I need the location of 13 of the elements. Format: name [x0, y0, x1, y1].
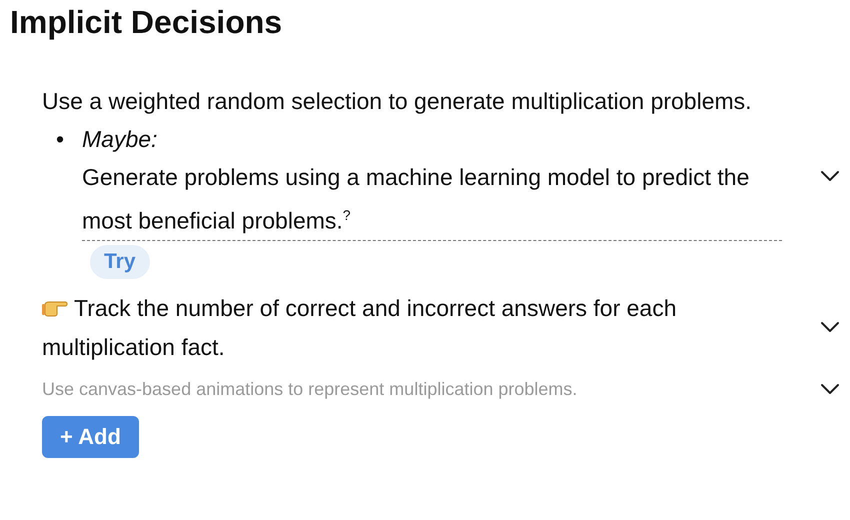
decision-text: Use canvas-based animations to represent multiplication problems. — [42, 378, 578, 401]
add-button[interactable]: + Add — [42, 416, 139, 458]
decision-text: Use a weighted random selection to generate multiplication problems. — [42, 87, 752, 116]
try-button[interactable]: Try — [90, 244, 150, 279]
chevron-down-icon[interactable] — [820, 170, 840, 182]
section-title: Implicit Decisions — [10, 3, 284, 42]
decision-text: Track the number of correct and incorrect answers for each multiplication fact. — [42, 294, 678, 362]
chevron-down-icon[interactable] — [820, 382, 840, 395]
alternative-label: Maybe: — [82, 125, 158, 154]
pointing-hand-icon — [42, 298, 68, 317]
alternative-text: Generate problems using a machine learning model to predict the most beneficial problems.$^{?}$ — [82, 158, 782, 241]
bullet-mark: • — [56, 125, 66, 154]
chevron-down-icon[interactable] — [820, 321, 840, 334]
